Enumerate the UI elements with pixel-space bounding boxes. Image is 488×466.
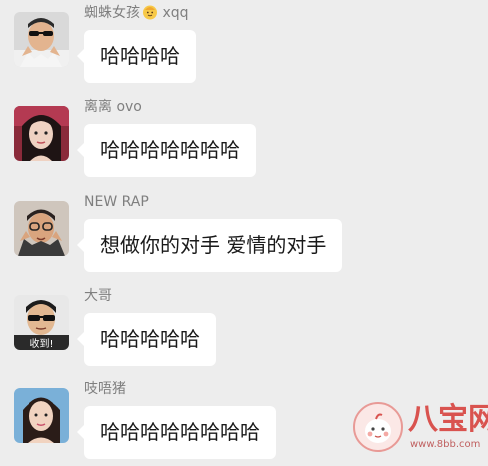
chat-message: 离离 ovo 哈哈哈哈哈哈哈 [0, 94, 488, 184]
message-bubble[interactable]: 想做你的对手 爱情的对手 [76, 219, 343, 272]
sender-name-text: 蜘蛛女孩 [84, 5, 140, 21]
avatar[interactable] [14, 388, 69, 443]
sender-name: 大哥 [84, 288, 112, 304]
watermark-name: 八宝网 [408, 402, 488, 437]
chat-message-list: 蜘蛛女孩 xqq 哈哈哈哈 离离 ovo 哈哈哈哈哈哈哈 NEW RAP 想做你… [0, 0, 488, 461]
sender-name: 蜘蛛女孩 xqq [84, 4, 189, 22]
message-bubble[interactable]: 哈哈哈哈 [77, 30, 196, 83]
avatar-caption: 收到! [29, 337, 53, 350]
message-bubble[interactable]: 哈哈哈哈哈哈哈哈 [77, 406, 276, 459]
sender-name: 离离 ovo [84, 99, 142, 115]
avatar[interactable] [14, 201, 69, 256]
baby-face-icon [143, 5, 157, 20]
watermark: 八宝网 www.8bb.com [352, 401, 488, 459]
chat-message: 蜘蛛女孩 xqq 哈哈哈哈 [0, 0, 488, 90]
message-bubble[interactable]: 哈哈哈哈哈 [77, 313, 216, 366]
avatar[interactable] [14, 106, 69, 161]
message-bubble[interactable]: 哈哈哈哈哈哈哈 [77, 124, 256, 177]
avatar-image [14, 106, 69, 161]
avatar-image [14, 388, 69, 443]
chat-message: NEW RAP 想做你的对手 爱情的对手 [0, 189, 488, 279]
avatar[interactable] [14, 12, 69, 67]
avatar-image [14, 201, 69, 256]
avatar-image [14, 12, 69, 67]
sender-name-suffix: xqq [162, 5, 189, 21]
chat-message: 收到! 大哥 哈哈哈哈哈 [0, 283, 488, 373]
avatar-image: 收到! [14, 295, 69, 350]
sender-name: 吱唔猪 [84, 381, 126, 397]
sender-name: NEW RAP [84, 194, 149, 210]
avatar[interactable]: 收到! [14, 295, 69, 350]
watermark-url: www.8bb.com [410, 439, 481, 450]
watermark-logo-icon [353, 402, 403, 452]
